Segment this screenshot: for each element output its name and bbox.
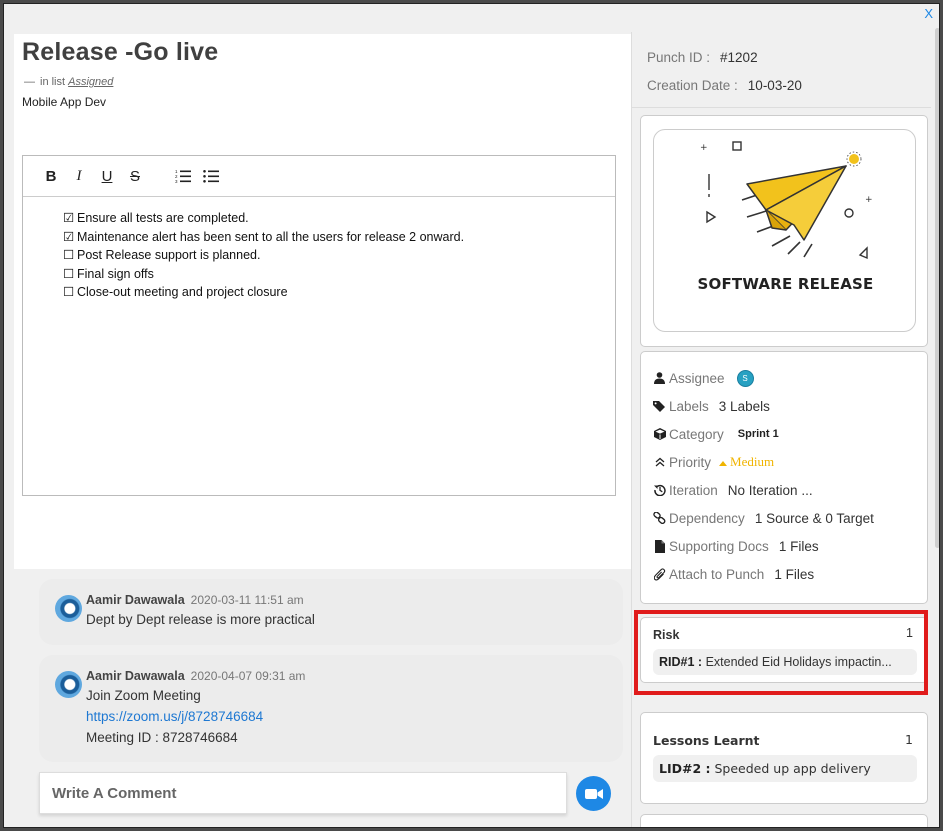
avatar — [55, 671, 82, 698]
video-camera-icon — [584, 788, 603, 799]
checkbox-unchecked-icon[interactable]: ☐ — [63, 265, 77, 284]
comment-text: Dept by Dept release is more practical — [86, 612, 315, 627]
avatar — [55, 595, 82, 622]
cube-icon — [651, 428, 668, 440]
svg-text:+: + — [865, 195, 873, 205]
priority-row[interactable]: Priority Medium — [651, 448, 927, 476]
punch-id: Punch ID : #1202 — [647, 50, 758, 65]
checklist-item[interactable]: ☑ Maintenance alert has been sent to all … — [63, 228, 615, 247]
attach-row[interactable]: Attach to Punch 1 Files — [651, 560, 927, 588]
cover-image-card: + + SOFTWARE RELEASE — [640, 115, 928, 347]
description-editor[interactable]: B I U S 1 2 3 ☑ Ensure all tests are com… — [22, 155, 616, 496]
checklist-item[interactable]: ☐ Final sign offs — [63, 265, 615, 284]
comment-author: Aamir Dawawala — [86, 669, 185, 683]
ordered-list-icon: 1 2 3 — [175, 169, 191, 183]
comment-text: Join Zoom Meeting — [86, 688, 201, 703]
priority-value: Medium — [719, 454, 774, 470]
file-icon — [651, 539, 668, 553]
paper-plane-illustration: + + — [700, 141, 873, 260]
italic-button[interactable]: I — [65, 164, 93, 188]
creation-date: Creation Date :10-03-20 — [647, 78, 802, 93]
list-prefix: in list — [40, 76, 66, 88]
checkbox-unchecked-icon[interactable]: ☐ — [63, 246, 77, 265]
bullet-list-icon — [203, 170, 219, 183]
comment-item: Aamir Dawawala 2020-04-07 09:31 am Join Z… — [39, 655, 623, 762]
next-card — [640, 814, 928, 827]
iteration-row[interactable]: Iteration No Iteration ... — [651, 476, 927, 504]
user-icon — [651, 372, 668, 384]
project-name: Mobile App Dev — [22, 95, 107, 109]
underline-button[interactable]: U — [93, 164, 121, 188]
assignee-avatar[interactable]: S — [736, 369, 754, 387]
page-title: Release -Go live — [22, 38, 219, 66]
labels-row[interactable]: Labels 3 Labels — [651, 392, 927, 420]
close-button[interactable]: X — [924, 6, 933, 21]
supporting-docs-row[interactable]: Supporting Docs 1 Files — [651, 532, 927, 560]
comment-item: Aamir Dawawala 2020-03-11 11:51 am Dept b… — [39, 579, 623, 645]
strikethrough-button[interactable]: S — [121, 164, 149, 188]
risk-highlight-box — [634, 610, 928, 695]
comment-author: Aamir Dawawala — [86, 593, 185, 607]
double-chevron-up-icon — [651, 457, 668, 467]
list-info: — in list Assigned — [24, 76, 113, 88]
dependency-row[interactable]: Dependency 1 Source & 0 Target — [651, 504, 927, 532]
comment-date: 2020-03-11 11:51 am — [190, 593, 304, 607]
comment-text: Meeting ID : 8728746684 — [86, 730, 238, 745]
lessons-count: 1 — [905, 732, 913, 747]
list-link[interactable]: Assigned — [68, 76, 113, 88]
lessons-title: Lessons Learnt — [653, 733, 760, 748]
bold-button[interactable]: B — [37, 164, 65, 188]
task-modal: X Release -Go live — in list Assigned Mob… — [3, 3, 940, 828]
checkbox-checked-icon[interactable]: ☑ — [63, 228, 77, 247]
checkbox-checked-icon[interactable]: ☑ — [63, 209, 77, 228]
svg-text:+: + — [700, 143, 708, 153]
checklist-item[interactable]: ☐ Post Release support is planned. — [63, 246, 615, 265]
comment-input[interactable]: Write A Comment — [39, 772, 567, 814]
details-card: Assignee S Labels 3 Labels Category Spri… — [640, 351, 928, 604]
cover-caption: SOFTWARE RELEASE — [697, 275, 874, 293]
checklist-item[interactable]: ☐ Close-out meeting and project closure — [63, 283, 615, 302]
svg-text:3: 3 — [175, 179, 178, 183]
task-side-panel: Punch ID : #1202 Creation Date :10-03-20 … — [631, 32, 931, 827]
comment-date: 2020-04-07 09:31 am — [190, 669, 306, 683]
category-row[interactable]: Category Sprint 1 — [651, 420, 927, 448]
ordered-list-button[interactable]: 1 2 3 — [169, 164, 197, 188]
paperclip-icon — [651, 567, 668, 581]
assignee-row[interactable]: Assignee S — [651, 364, 927, 392]
zoom-link[interactable]: https://zoom.us/j/8728746684 — [86, 709, 607, 725]
lesson-item[interactable]: LID#2 : Speeded up app delivery — [653, 755, 917, 782]
history-icon — [651, 484, 668, 496]
checklist-item[interactable]: ☑ Ensure all tests are completed. — [63, 209, 615, 228]
checkbox-unchecked-icon[interactable]: ☐ — [63, 283, 77, 302]
checklist: ☑ Ensure all tests are completed. ☑ Mainte… — [23, 197, 615, 302]
zoom-button[interactable] — [576, 776, 611, 811]
task-header-card: Release -Go live — in list Assigned Mobil… — [14, 34, 631, 569]
caret-up-icon — [719, 461, 728, 466]
bullet-list-button[interactable] — [197, 164, 225, 188]
scrollbar[interactable] — [935, 28, 939, 548]
link-icon — [651, 512, 668, 524]
lessons-learnt-card: Lessons Learnt 1 LID#2 : Speeded up app … — [640, 712, 928, 804]
editor-toolbar: B I U S 1 2 3 — [23, 156, 615, 197]
cover-image[interactable]: + + SOFTWARE RELEASE — [653, 129, 916, 332]
task-main-panel: Release -Go live — in list Assigned Mobil… — [14, 34, 631, 827]
dash-glyph: — — [24, 76, 35, 88]
tags-icon — [651, 400, 668, 412]
